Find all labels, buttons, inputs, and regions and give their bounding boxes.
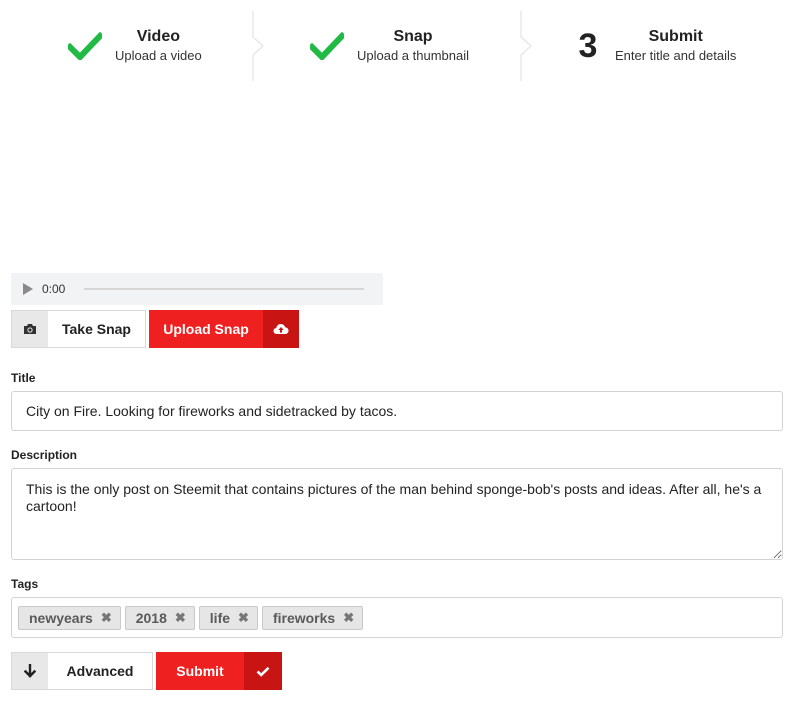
step-video: Video Upload a video xyxy=(11,11,253,81)
step-description: Enter title and details xyxy=(615,48,737,63)
tags-input[interactable]: newyears ✖ 2018 ✖ life ✖ fireworks ✖ xyxy=(11,597,783,638)
checkmark-icon xyxy=(309,32,345,60)
snap-actions: Take Snap Upload Snap xyxy=(11,310,299,348)
tag-label: fireworks xyxy=(272,609,336,626)
steps-progress: Video Upload a video Snap Upload a thumb… xyxy=(11,11,783,81)
step-number: 3 xyxy=(578,27,598,65)
upload-snap-label: Upload Snap xyxy=(163,321,249,337)
step-submit: 3 Submit Enter title and details xyxy=(521,11,783,81)
take-snap-button[interactable]: Take Snap xyxy=(11,310,146,348)
tag-chip[interactable]: newyears ✖ xyxy=(18,605,121,630)
checkmark-icon xyxy=(244,652,282,690)
play-icon[interactable] xyxy=(22,282,36,296)
step-title: Submit xyxy=(648,28,703,45)
player-time: 0:00 xyxy=(42,282,66,296)
description-label: Description xyxy=(11,448,78,462)
remove-tag-icon[interactable]: ✖ xyxy=(175,610,186,626)
step-title: Snap xyxy=(393,28,433,45)
tag-chip[interactable]: life ✖ xyxy=(198,605,258,630)
upload-snap-button[interactable]: Upload Snap xyxy=(149,310,299,348)
tag-label: 2018 xyxy=(135,609,167,626)
tag-label: newyears xyxy=(29,609,93,626)
tags-label: Tags xyxy=(11,577,39,591)
step-description: Upload a video xyxy=(115,48,202,63)
submit-button[interactable]: Submit xyxy=(156,652,282,690)
step-snap: Snap Upload a thumbnail xyxy=(253,11,521,81)
title-label: Title xyxy=(11,371,36,385)
cloud-upload-icon xyxy=(263,310,299,348)
advanced-label: Advanced xyxy=(66,663,134,679)
tag-chip[interactable]: 2018 ✖ xyxy=(124,605,195,630)
media-player: 0:00 xyxy=(11,273,383,305)
advanced-button[interactable]: Advanced xyxy=(11,652,153,690)
player-progress-bar[interactable] xyxy=(84,288,364,290)
description-textarea[interactable]: This is the only post on Steemit that co… xyxy=(11,468,783,560)
submit-label: Submit xyxy=(176,663,224,679)
title-input[interactable] xyxy=(11,391,783,431)
step-title: Video xyxy=(136,28,180,45)
form-actions: Advanced Submit xyxy=(11,652,282,690)
tag-chip[interactable]: fireworks ✖ xyxy=(261,605,364,630)
remove-tag-icon[interactable]: ✖ xyxy=(343,610,354,626)
take-snap-label: Take Snap xyxy=(62,321,131,337)
remove-tag-icon[interactable]: ✖ xyxy=(238,610,249,626)
checkmark-icon xyxy=(67,32,103,60)
remove-tag-icon[interactable]: ✖ xyxy=(101,610,112,626)
tag-label: life xyxy=(209,609,231,626)
camera-icon xyxy=(12,311,48,347)
arrow-down-icon xyxy=(12,653,48,689)
step-description: Upload a thumbnail xyxy=(357,48,470,63)
